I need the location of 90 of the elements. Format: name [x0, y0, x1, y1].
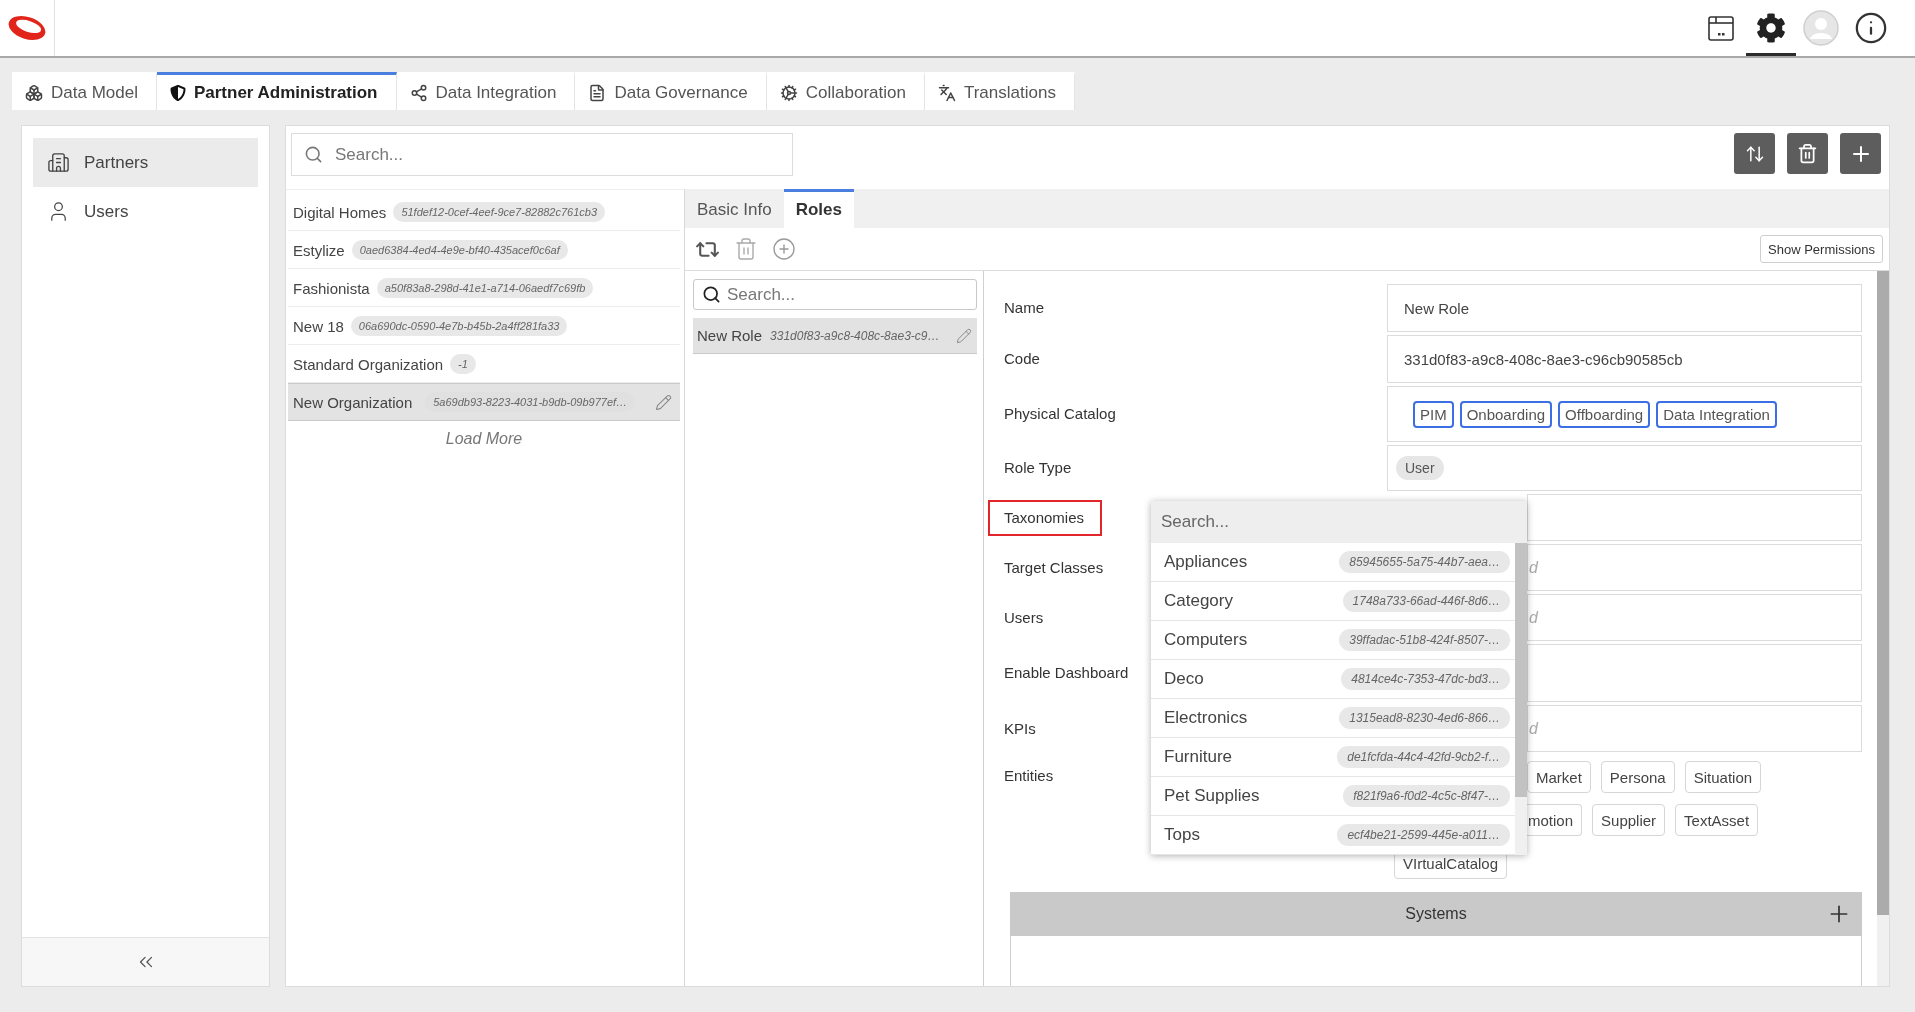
text-field[interactable]: New Role [1387, 284, 1862, 332]
trash-icon [1797, 143, 1818, 164]
id-badge: 1748a733-66ad-446f-8d6… [1342, 590, 1510, 612]
id-badge: f821f9a6-f0d2-4c5c-8f47-… [1343, 785, 1510, 807]
id-badge: de1fcfda-44c4-42fd-9cb2-f… [1337, 746, 1510, 768]
module-tab[interactable]: Collaboration [766, 72, 925, 110]
id-badge: 0aed6384-4ed4-4e9e-bf40-435acef0c6af [351, 240, 568, 260]
add-button[interactable] [1840, 133, 1881, 174]
delete-button[interactable] [1787, 133, 1828, 174]
search-icon [304, 145, 323, 164]
taxonomy-option[interactable]: Appliances 85945655-5a75-44b7-aea… [1151, 543, 1515, 582]
field-label: Target Classes [1003, 557, 1105, 578]
taxonomy-option[interactable]: Computers 39ffadac-51b8-424f-8507-… [1151, 621, 1515, 660]
add-button[interactable] [772, 237, 796, 261]
scrollbar-thumb[interactable] [1515, 543, 1527, 797]
settings-icon [1756, 13, 1786, 43]
systems-title: Systems [1405, 905, 1467, 923]
shield-icon [169, 84, 186, 101]
taxonomy-option[interactable]: Furniture de1fcfda-44c4-42fd-9cb2-f… [1151, 738, 1515, 777]
taxonomy-option[interactable]: Pet Supplies f821f9a6-f0d2-4c5c-8f47-… [1151, 777, 1515, 816]
info-icon [1854, 11, 1888, 45]
search-icon [702, 285, 721, 304]
id-badge: ecf4be21-2599-445e-a011… [1337, 824, 1510, 846]
field-label: Physical Catalog [1003, 404, 1117, 424]
field-label: Enable Dashboard [1003, 663, 1130, 683]
gear-icon [779, 83, 798, 102]
field-label: Users [1003, 607, 1045, 628]
catalog-tag[interactable]: PIM [1413, 400, 1454, 428]
entity-chip[interactable]: Persona [1600, 761, 1675, 793]
detail-tab[interactable]: Roles [783, 189, 854, 228]
catalog-tag[interactable]: Data Integration [1656, 400, 1777, 428]
field-label: Taxonomies [988, 499, 1103, 536]
id-badge: 1315ead8-8230-4ed6-866… [1339, 707, 1510, 729]
field-label: KPIs [1003, 718, 1037, 739]
tags-field[interactable]: PIM Onboarding Offboarding Data Integration [1387, 386, 1862, 442]
show-permissions-button[interactable]: Show Permissions [1760, 235, 1883, 263]
id-badge: 06a690dc-0590-4e7b-b45b-2a4ff281fa33 [350, 316, 568, 336]
module-tab[interactable]: Data Governance [575, 72, 767, 110]
cubes-icon [25, 83, 43, 102]
role-row[interactable]: New Role 331d0f83-a9c8-408c-8ae3-c9… [693, 318, 977, 354]
avatar-icon [1803, 10, 1839, 46]
load-more-link[interactable]: Load More [445, 430, 523, 448]
select-field[interactable]: User [1387, 445, 1862, 491]
role-id: 331d0f83-a9c8-408c-8ae3-c9… [770, 328, 940, 343]
module-tab[interactable]: Data Model [12, 72, 157, 110]
field-label: Role Type [1003, 458, 1073, 478]
id-badge: 51fdef12-0cef-4eef-9ce7-82882c761cb3 [393, 202, 606, 222]
id-badge: 85945655-5a75-44b7-aea… [1339, 551, 1510, 573]
id-badge: a50f83a8-298d-41e1-a714-06aedf7c69fb [376, 278, 594, 298]
id-badge: -1 [450, 354, 476, 374]
entity-chip[interactable]: Supplier [1592, 804, 1666, 836]
sidebar-item[interactable]: Partners [33, 138, 258, 187]
entity-chip[interactable]: Situation [1684, 761, 1762, 793]
taxonomy-option[interactable]: Tops ecf4be21-2599-445e-a011… [1151, 816, 1515, 855]
search-field[interactable]: Search... [693, 279, 977, 310]
search-field[interactable]: Search... [1151, 501, 1527, 543]
document-icon [588, 83, 607, 102]
text-field[interactable]: 331d0f83-a9c8-408c-8ae3-c96cb90585cb [1387, 335, 1862, 383]
nodes-icon [409, 83, 428, 102]
pencil-icon [956, 327, 972, 344]
field-label: Entities [1003, 766, 1055, 786]
building-icon [47, 151, 70, 174]
taxonomy-option[interactable]: Category 1748a733-66ad-446f-8d6… [1151, 582, 1515, 621]
trash-icon [734, 237, 758, 261]
sort-button[interactable] [1734, 133, 1775, 174]
window-icon [1707, 14, 1735, 42]
picker-field[interactable] [1527, 494, 1862, 541]
logo [6, 13, 48, 43]
taxonomy-option[interactable]: Electronics 1315ead8-8230-4ed6-866… [1151, 699, 1515, 738]
field-label: Code [1003, 349, 1041, 369]
catalog-tag[interactable]: Offboarding [1558, 400, 1651, 428]
id-badge: 4814ce4c-7353-47dc-bd3… [1341, 668, 1510, 690]
detail-tab[interactable]: Basic Info [685, 189, 784, 228]
role-type-chip: User [1396, 456, 1444, 480]
plus-circle-icon [772, 237, 796, 261]
translate-icon [937, 83, 956, 102]
module-tab[interactable]: Partner Administration [156, 72, 397, 110]
search-input[interactable]: Search... [727, 280, 976, 309]
field-label: Name [1003, 298, 1045, 318]
pencil-icon [655, 393, 672, 411]
entity-chip[interactable]: TextAsset [1675, 804, 1759, 836]
module-tab[interactable]: Data Integration [396, 72, 576, 110]
taxonomy-option[interactable]: Deco 4814ce4c-7353-47dc-bd3… [1151, 660, 1515, 699]
id-badge: 39ffadac-51b8-424f-8507-… [1339, 629, 1510, 651]
scrollbar-thumb[interactable] [1877, 271, 1889, 915]
picker-field[interactable] [1527, 644, 1862, 702]
module-tab[interactable]: Translations [924, 72, 1075, 110]
catalog-tag[interactable]: Onboarding [1459, 400, 1553, 428]
partner-row[interactable]: New Organization 5a69db93-8223-4031-b9db-09b977ef… [288, 383, 680, 421]
sidebar-item[interactable]: Users [33, 187, 258, 236]
